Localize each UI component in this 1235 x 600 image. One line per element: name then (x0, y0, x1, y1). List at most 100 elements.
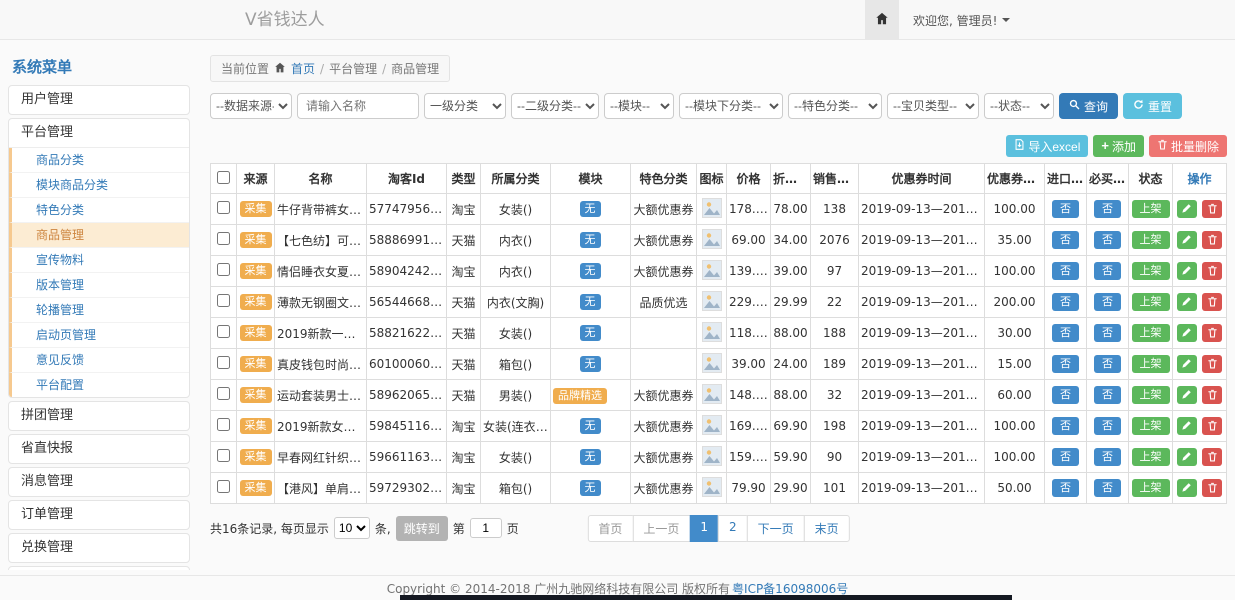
row-checkbox[interactable] (217, 418, 230, 431)
must-buy-toggle[interactable]: 否 (1094, 324, 1121, 342)
delete-button[interactable] (1202, 324, 1222, 342)
sidebar-group-item[interactable]: 用户管理 (9, 86, 189, 114)
delete-button[interactable] (1202, 386, 1222, 404)
status-toggle[interactable]: 上架 (1132, 293, 1170, 311)
edit-button[interactable] (1177, 448, 1197, 466)
edit-button[interactable] (1177, 479, 1197, 497)
filter-select-3[interactable]: --二级分类-- (511, 93, 599, 119)
delete-button[interactable] (1202, 231, 1222, 249)
status-toggle[interactable]: 上架 (1132, 355, 1170, 373)
status-toggle[interactable]: 上架 (1132, 231, 1170, 249)
sidebar-sub-item[interactable]: 特色分类 (9, 197, 189, 222)
sidebar-group-item[interactable]: 拼团管理 (9, 402, 189, 430)
delete-button[interactable] (1202, 200, 1222, 218)
import-select-toggle[interactable]: 否 (1052, 386, 1079, 404)
must-buy-toggle[interactable]: 否 (1094, 386, 1121, 404)
delete-button[interactable] (1202, 355, 1222, 373)
row-checkbox[interactable] (217, 294, 230, 307)
sidebar-sub-item[interactable]: 轮播管理 (9, 297, 189, 322)
add-button[interactable]: + 添加 (1093, 135, 1144, 157)
pagination-button[interactable]: 首页 (587, 515, 633, 542)
must-buy-toggle[interactable]: 否 (1094, 293, 1121, 311)
delete-button[interactable] (1202, 293, 1222, 311)
pagination-button[interactable]: 上一页 (632, 515, 690, 542)
import-select-toggle[interactable]: 否 (1052, 262, 1079, 280)
row-checkbox[interactable] (217, 325, 230, 338)
import-select-toggle[interactable]: 否 (1052, 324, 1079, 342)
filter-select-5[interactable]: --模块下分类-- (679, 93, 783, 119)
import-select-toggle[interactable]: 否 (1052, 417, 1079, 435)
sidebar-sub-item[interactable]: 宣传物料 (9, 247, 189, 272)
must-buy-toggle[interactable]: 否 (1094, 231, 1121, 249)
sidebar-group-item[interactable]: 平台管理 (9, 119, 189, 147)
delete-button[interactable] (1202, 262, 1222, 280)
filter-select-8[interactable]: --状态-- (984, 93, 1054, 119)
select-all-checkbox[interactable] (217, 171, 230, 184)
row-checkbox[interactable] (217, 387, 230, 400)
icp-link[interactable]: 粤ICP备16098006号 (732, 580, 848, 597)
edit-button[interactable] (1177, 417, 1197, 435)
home-button[interactable] (865, 0, 899, 40)
sidebar-sub-item[interactable]: 商品管理 (9, 222, 189, 247)
import-select-toggle[interactable]: 否 (1052, 355, 1079, 373)
query-button[interactable]: 查询 (1059, 93, 1118, 119)
must-buy-toggle[interactable]: 否 (1094, 479, 1121, 497)
page-number-input[interactable] (470, 518, 502, 538)
name-search-input[interactable] (297, 93, 419, 119)
edit-button[interactable] (1177, 262, 1197, 280)
edit-button[interactable] (1177, 200, 1197, 218)
must-buy-toggle[interactable]: 否 (1094, 262, 1121, 280)
edit-button[interactable] (1177, 293, 1197, 311)
edit-button[interactable] (1177, 386, 1197, 404)
user-menu[interactable]: 欢迎您, 管理员! (899, 0, 1024, 40)
row-checkbox[interactable] (217, 480, 230, 493)
filter-select-7[interactable]: --宝贝类型-- (887, 93, 979, 119)
sidebar-group-item[interactable] (9, 567, 189, 570)
status-toggle[interactable]: 上架 (1132, 386, 1170, 404)
status-toggle[interactable]: 上架 (1132, 479, 1170, 497)
filter-select-0[interactable]: --数据来源-- (210, 93, 292, 119)
filter-select-2[interactable]: 一级分类 (424, 93, 506, 119)
sidebar-sub-item[interactable]: 意见反馈 (9, 347, 189, 372)
filter-select-6[interactable]: --特色分类-- (788, 93, 882, 119)
status-toggle[interactable]: 上架 (1132, 262, 1170, 280)
delete-button[interactable] (1202, 479, 1222, 497)
delete-button[interactable] (1202, 448, 1222, 466)
status-toggle[interactable]: 上架 (1132, 200, 1170, 218)
row-checkbox[interactable] (217, 263, 230, 276)
must-buy-toggle[interactable]: 否 (1094, 355, 1121, 373)
must-buy-toggle[interactable]: 否 (1094, 200, 1121, 218)
edit-button[interactable] (1177, 324, 1197, 342)
pagination-button[interactable]: 末页 (804, 515, 850, 542)
sidebar-group-item[interactable]: 订单管理 (9, 501, 189, 529)
edit-button[interactable] (1177, 231, 1197, 249)
pagination-button[interactable]: 1 (689, 515, 719, 542)
import-select-toggle[interactable]: 否 (1052, 479, 1079, 497)
pagination-button[interactable]: 下一页 (747, 515, 805, 542)
delete-button[interactable] (1202, 417, 1222, 435)
row-checkbox[interactable] (217, 201, 230, 214)
import-select-toggle[interactable]: 否 (1052, 200, 1079, 218)
jump-button[interactable]: 跳转到 (396, 516, 448, 541)
row-checkbox[interactable] (217, 232, 230, 245)
import-select-toggle[interactable]: 否 (1052, 448, 1079, 466)
sidebar-sub-item[interactable]: 平台配置 (9, 372, 189, 397)
sidebar-sub-item[interactable]: 启动页管理 (9, 322, 189, 347)
import-excel-button[interactable]: 导入excel (1006, 135, 1088, 157)
status-toggle[interactable]: 上架 (1132, 417, 1170, 435)
reset-button[interactable]: 重置 (1123, 93, 1182, 119)
sidebar-group-item[interactable]: 兑换管理 (9, 534, 189, 562)
row-checkbox[interactable] (217, 449, 230, 462)
pagination-button[interactable]: 2 (718, 515, 748, 542)
must-buy-toggle[interactable]: 否 (1094, 448, 1121, 466)
sidebar-sub-item[interactable]: 版本管理 (9, 272, 189, 297)
edit-button[interactable] (1177, 355, 1197, 373)
sidebar-group-item[interactable]: 省直快报 (9, 435, 189, 463)
row-checkbox[interactable] (217, 356, 230, 369)
sidebar-group-item[interactable]: 消息管理 (9, 468, 189, 496)
status-toggle[interactable]: 上架 (1132, 324, 1170, 342)
import-select-toggle[interactable]: 否 (1052, 231, 1079, 249)
per-page-select[interactable]: 10 (334, 517, 370, 539)
must-buy-toggle[interactable]: 否 (1094, 417, 1121, 435)
import-select-toggle[interactable]: 否 (1052, 293, 1079, 311)
